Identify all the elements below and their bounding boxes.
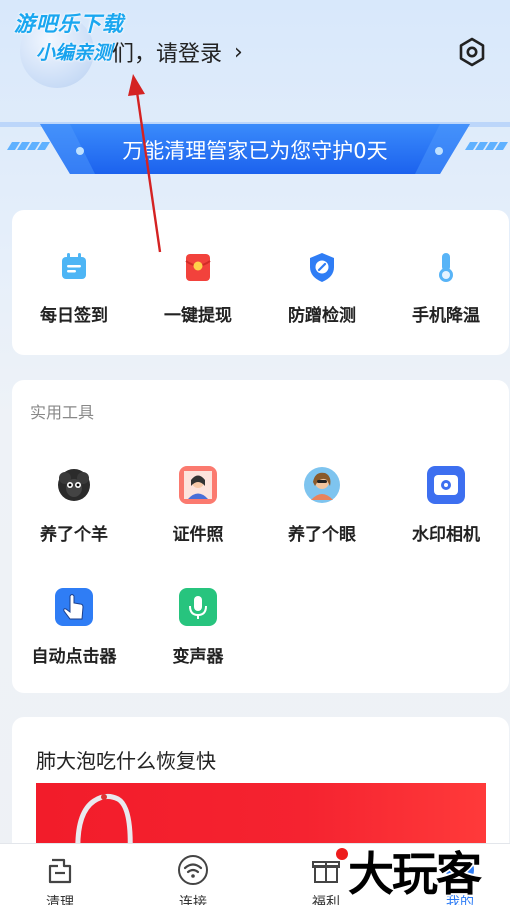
tool-auto-clicker[interactable]: 自动点击器 — [12, 588, 136, 667]
watermark-line1: 游吧乐下载 — [14, 12, 124, 36]
quick-action-cool-down[interactable]: 手机降温 — [384, 250, 508, 326]
quick-action-wifi-guard[interactable]: 防蹭检测 — [260, 250, 384, 326]
quick-action-label: 一键提现 — [164, 306, 232, 326]
tool-label: 养了个眼 — [288, 525, 356, 545]
voice-changer-icon — [179, 588, 217, 626]
sheep-icon — [58, 469, 90, 501]
tab-label: 连接 — [179, 895, 207, 905]
tool-watermark-camera[interactable]: 水印相机 — [384, 466, 508, 545]
tab-label: 清理 — [46, 895, 74, 905]
settings-icon[interactable] — [456, 36, 488, 68]
tab-clean[interactable]: 清理 — [20, 854, 100, 905]
tool-eye-game[interactable]: 养了个眼 — [260, 466, 384, 545]
corner-watermark: 大玩客 — [348, 847, 482, 901]
tool-id-photo[interactable]: 证件照 — [136, 466, 260, 545]
quick-action-label: 每日签到 — [40, 306, 108, 326]
tool-label: 变声器 — [172, 647, 224, 667]
tool-label: 养了个羊 — [40, 525, 108, 545]
wifi-icon — [178, 855, 208, 885]
login-text: 们，请登录 — [112, 42, 223, 67]
portrait-icon — [304, 467, 340, 503]
notification-dot — [336, 848, 348, 860]
tool-voice-changer[interactable]: 变声器 — [136, 588, 260, 667]
tool-label: 水印相机 — [412, 525, 480, 545]
auto-clicker-icon — [55, 588, 93, 626]
calendar-icon — [62, 253, 86, 279]
login-link[interactable]: 们，请登录 › — [112, 36, 243, 68]
tool-label: 自动点击器 — [31, 647, 117, 667]
tool-sheep-game[interactable]: 养了个羊 — [12, 466, 136, 545]
tools-section-title: 实用工具 — [30, 403, 95, 422]
quick-action-label: 手机降温 — [412, 306, 480, 326]
watermark-camera-icon — [427, 466, 465, 504]
banner-text: 万能清理管家已为您守护0天 — [122, 139, 388, 163]
id-photo-icon — [179, 466, 217, 504]
quick-action-checkin[interactable]: 每日签到 — [12, 250, 136, 326]
header: 游吧乐下载 小编亲测 们，请登录 › — [0, 0, 510, 110]
clean-icon — [48, 858, 72, 884]
red-envelope-icon — [185, 254, 211, 281]
thermometer-icon — [439, 253, 453, 282]
tab-connect[interactable]: 连接 — [153, 854, 233, 905]
tool-label: 证件照 — [172, 525, 224, 545]
shield-icon — [310, 253, 334, 282]
quick-action-withdraw[interactable]: 一键提现 — [136, 250, 260, 326]
gift-icon — [312, 861, 340, 883]
article-title[interactable]: 肺大泡吃什么恢复快 — [36, 745, 216, 774]
quick-action-label: 防蹭检测 — [288, 306, 356, 326]
chevron-right-icon: › — [234, 39, 243, 65]
